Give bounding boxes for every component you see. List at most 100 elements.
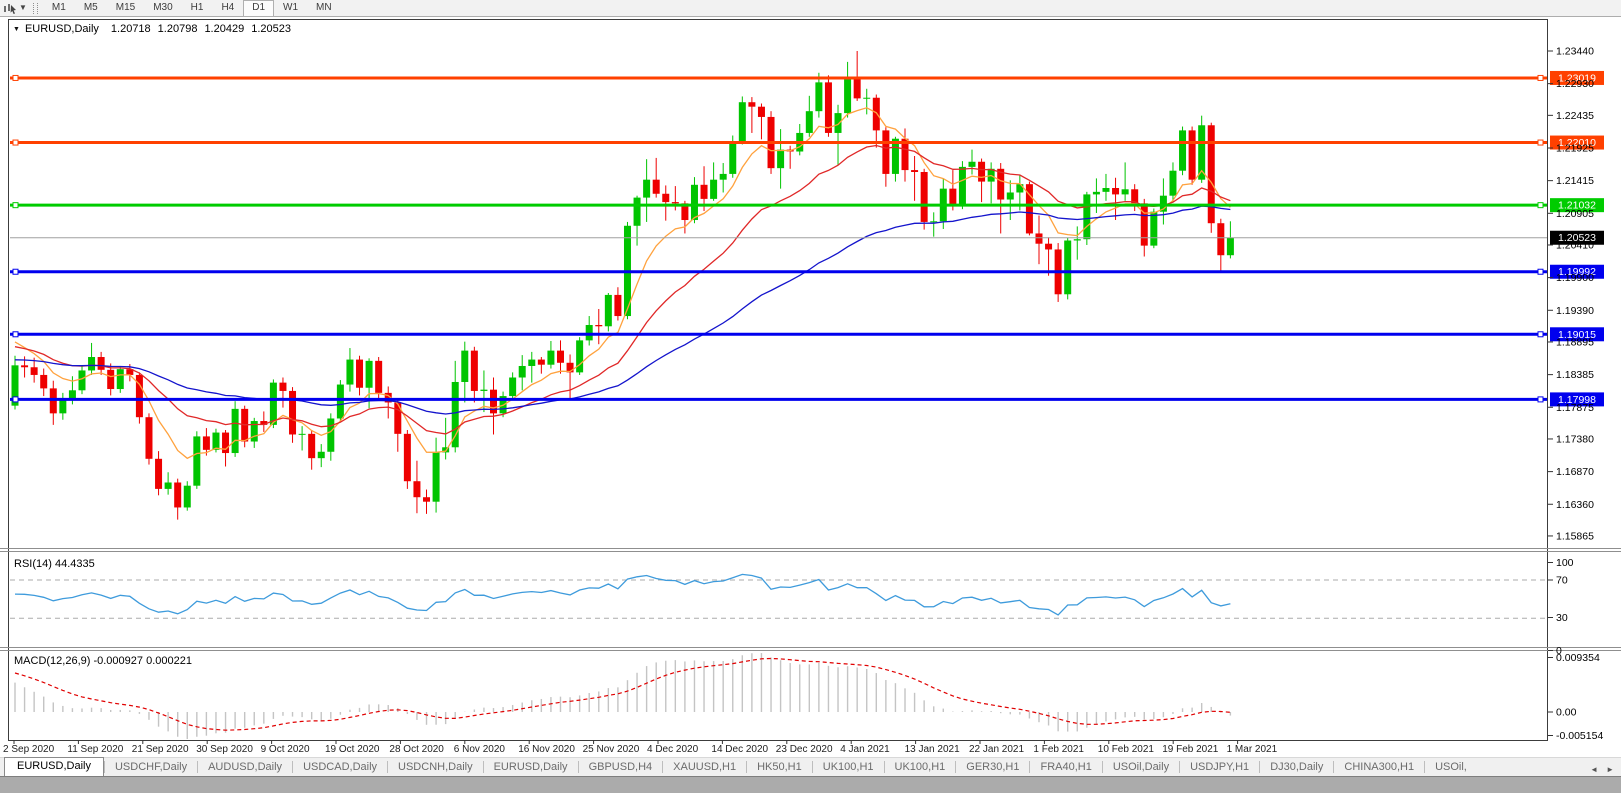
svg-text:23 Dec 2020: 23 Dec 2020 (776, 744, 833, 755)
moving-average-lines (15, 108, 1230, 459)
svg-text:2 Sep 2020: 2 Sep 2020 (3, 744, 55, 755)
svg-text:1.16360: 1.16360 (1556, 499, 1594, 511)
chart-tab-5[interactable]: EURUSD,Daily (484, 759, 578, 776)
tab-scroll-buttons: ◄ ► (1586, 763, 1621, 776)
svg-text:6 Nov 2020: 6 Nov 2020 (454, 744, 506, 755)
svg-text:19 Feb 2021: 19 Feb 2021 (1162, 744, 1219, 755)
svg-text:0.009354: 0.009354 (1556, 652, 1600, 664)
timeframe-button-d1[interactable]: D1 (243, 0, 274, 17)
chart-tab-3[interactable]: USDCAD,Daily (293, 759, 387, 776)
ma-mid (15, 146, 1230, 434)
chart-tab-0[interactable]: EURUSD,Daily (4, 757, 104, 776)
timeframe-buttons: M1M5M15M30H1H4D1W1MN (43, 0, 341, 17)
low-value: 1.20429 (204, 23, 244, 35)
svg-text:11 Sep 2020: 11 Sep 2020 (67, 744, 123, 755)
chart-menu-icon[interactable]: ▼ (13, 26, 20, 33)
timeframe-button-h4[interactable]: H4 (212, 0, 243, 17)
chart-canvas[interactable]: 1.230191.220101.210321.199921.190151.179… (0, 17, 1621, 757)
svg-text:1 Mar 2021: 1 Mar 2021 (1227, 744, 1278, 755)
chart-tab-1[interactable]: USDCHF,Daily (105, 759, 197, 776)
horizontal-level-lines[interactable] (10, 75, 1547, 401)
svg-text:-0.005154: -0.005154 (1556, 730, 1603, 742)
svg-text:1.19900: 1.19900 (1556, 272, 1594, 284)
svg-text:10 Feb 2021: 10 Feb 2021 (1098, 744, 1155, 755)
chart-title: ▼ EURUSD,Daily 1.20718 1.20798 1.20429 1… (13, 23, 298, 35)
svg-text:1.23440: 1.23440 (1556, 46, 1594, 58)
time-axis[interactable]: 2 Sep 2020 11 Sep 2020 21 Sep 2020 30 Sep 2… (3, 741, 1278, 756)
rsi-pane: 10070300 (10, 557, 1574, 657)
svg-text:0.00: 0.00 (1556, 707, 1577, 719)
open-value: 1.20718 (111, 23, 151, 35)
chart-area: ▼ EURUSD,Daily 1.20718 1.20798 1.20429 1… (0, 17, 1621, 757)
toolbar-grip[interactable] (33, 3, 38, 14)
chart-tab-2[interactable]: AUDUSD,Daily (198, 759, 292, 776)
svg-text:16 Nov 2020: 16 Nov 2020 (518, 744, 575, 755)
ma-fast (15, 108, 1230, 459)
chart-tab-bar: EURUSD,DailyUSDCHF,DailyAUDUSD,DailyUSDC… (0, 757, 1621, 776)
candles-layer (12, 51, 1234, 520)
svg-text:9 Oct 2020: 9 Oct 2020 (261, 744, 310, 755)
close-value: 1.20523 (251, 23, 291, 35)
timeframe-button-m15[interactable]: M15 (107, 0, 144, 17)
svg-text:1.21925: 1.21925 (1556, 142, 1594, 154)
tab-scroll-right-icon[interactable]: ► (1602, 763, 1618, 776)
svg-text:70: 70 (1556, 575, 1568, 587)
svg-text:1.16870: 1.16870 (1556, 466, 1594, 478)
chart-tab-17[interactable]: USOil, (1425, 759, 1477, 776)
svg-text:1.18895: 1.18895 (1556, 336, 1594, 348)
chart-tab-13[interactable]: USOil,Daily (1103, 759, 1179, 776)
svg-text:13 Jan 2021: 13 Jan 2021 (905, 744, 960, 755)
chart-tab-6[interactable]: GBPUSD,H4 (579, 759, 663, 776)
timeframe-toolbar: ▼ M1M5M15M30H1H4D1W1MN (0, 0, 1621, 17)
mt4-window: ▼ M1M5M15M30H1H4D1W1MN ▼ EURUSD,Daily 1.… (0, 0, 1621, 793)
svg-text:1.22435: 1.22435 (1556, 110, 1594, 122)
chart-tab-10[interactable]: UK100,H1 (885, 759, 956, 776)
svg-text:1.17875: 1.17875 (1556, 402, 1594, 414)
chart-tab-7[interactable]: XAUUSD,H1 (663, 759, 746, 776)
chart-tab-15[interactable]: DJ30,Daily (1260, 759, 1333, 776)
symbol-period-label: EURUSD,Daily (25, 23, 99, 35)
chart-tool-dropdown-icon[interactable]: ▼ (19, 4, 27, 12)
timeframe-button-m30[interactable]: M30 (144, 0, 181, 17)
price-axis[interactable]: 1.230191.220101.210321.199921.190151.179… (1548, 46, 1604, 543)
svg-text:4 Jan 2021: 4 Jan 2021 (840, 744, 890, 755)
svg-text:100: 100 (1556, 557, 1574, 569)
svg-text:25 Nov 2020: 25 Nov 2020 (583, 744, 640, 755)
chart-tab-8[interactable]: HK50,H1 (747, 759, 812, 776)
chart-tab-9[interactable]: UK100,H1 (813, 759, 884, 776)
timeframe-button-mn[interactable]: MN (307, 0, 341, 17)
svg-text:28 Oct 2020: 28 Oct 2020 (389, 744, 444, 755)
svg-text:1.21415: 1.21415 (1556, 175, 1594, 187)
svg-text:14 Dec 2020: 14 Dec 2020 (711, 744, 768, 755)
macd-label: MACD(12,26,9) -0.000927 0.000221 (14, 655, 192, 667)
svg-text:1.19390: 1.19390 (1556, 305, 1594, 317)
svg-text:1.22930: 1.22930 (1556, 78, 1594, 90)
status-strip (0, 776, 1621, 793)
chart-tab-16[interactable]: CHINA300,H1 (1334, 759, 1424, 776)
timeframe-button-h1[interactable]: H1 (182, 0, 213, 17)
svg-text:21 Sep 2020: 21 Sep 2020 (132, 744, 189, 755)
tab-scroll-left-icon[interactable]: ◄ (1586, 763, 1602, 776)
timeframe-button-m1[interactable]: M1 (43, 0, 75, 17)
svg-text:1.15865: 1.15865 (1556, 530, 1594, 542)
svg-text:30: 30 (1556, 612, 1568, 624)
svg-text:4 Dec 2020: 4 Dec 2020 (647, 744, 699, 755)
macd-pane: 0.009354 0.00 -0.005154 (15, 652, 1603, 742)
svg-text:1.20410: 1.20410 (1556, 239, 1594, 251)
chart-tab-14[interactable]: USDJPY,H1 (1180, 759, 1259, 776)
svg-text:1.18385: 1.18385 (1556, 369, 1594, 381)
chart-tab-11[interactable]: GER30,H1 (956, 759, 1029, 776)
rsi-label: RSI(14) 44.4335 (14, 558, 95, 570)
svg-text:1.20905: 1.20905 (1556, 208, 1594, 220)
svg-text:30 Sep 2020: 30 Sep 2020 (196, 744, 253, 755)
timeframe-button-m5[interactable]: M5 (75, 0, 107, 17)
svg-text:19 Oct 2020: 19 Oct 2020 (325, 744, 380, 755)
chart-tab-12[interactable]: FRA40,H1 (1030, 759, 1101, 776)
high-value: 1.20798 (158, 23, 198, 35)
chart-tab-4[interactable]: USDCNH,Daily (388, 759, 483, 776)
timeframe-button-w1[interactable]: W1 (274, 0, 307, 17)
svg-text:1 Feb 2021: 1 Feb 2021 (1033, 744, 1084, 755)
chart-tool-icon[interactable] (2, 2, 18, 15)
svg-text:1.17380: 1.17380 (1556, 433, 1594, 445)
svg-text:22 Jan 2021: 22 Jan 2021 (969, 744, 1024, 755)
